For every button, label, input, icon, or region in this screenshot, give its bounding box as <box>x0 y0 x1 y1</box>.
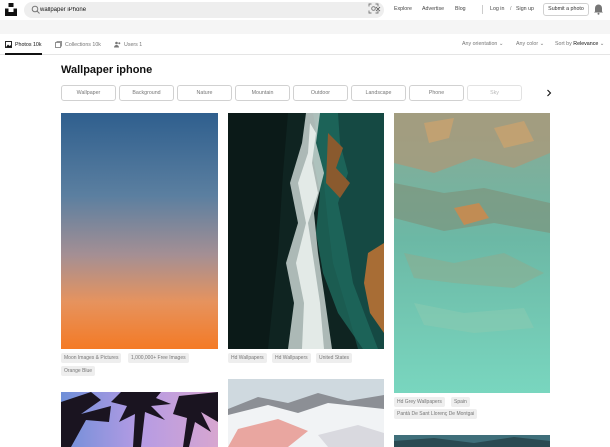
photo-turquoise-lake[interactable] <box>394 113 550 393</box>
submit-photo-button[interactable]: Submit a photo <box>543 3 589 16</box>
results-tabs: Photos 10k Collection​s 10k Users 1 Any … <box>0 34 610 55</box>
photo-snowy-mountain[interactable] <box>228 379 384 447</box>
tab-collections[interactable]: Collection​s 10k <box>55 41 101 48</box>
unsplash-logo-icon[interactable] <box>5 3 17 16</box>
related-chip[interactable]: Background <box>119 85 174 101</box>
nav-blog-link[interactable]: Blog <box>455 6 466 12</box>
nav-advertise-link[interactable]: Advertise <box>422 6 444 12</box>
signup-link[interactable]: Sign up <box>516 6 534 12</box>
tab-photos[interactable]: Photos 10k <box>5 41 42 48</box>
photo-tag[interactable]: Hd Wallpapers <box>272 353 311 363</box>
photo-tag[interactable]: Hd Grey Wallpapers <box>394 397 445 407</box>
page-title: Wallpaper iphone <box>61 64 153 76</box>
photo-tag[interactable]: 1,000,000+ Free Images <box>128 353 189 363</box>
related-chip[interactable]: Sky <box>467 85 522 101</box>
sort-prefix: Sort by <box>555 41 572 47</box>
photo-tag[interactable]: Spain <box>451 397 470 407</box>
photo-tag[interactable]: Orange Blue <box>61 366 96 376</box>
orientation-filter-label: Any orientation <box>462 41 498 47</box>
photo-tag[interactable]: Moon Images & Pictures <box>61 353 122 363</box>
related-chip[interactable]: Outdoor <box>293 85 348 101</box>
search-bar[interactable]: ✕ <box>24 2 384 18</box>
photo-palm-trees[interactable] <box>61 392 218 447</box>
chevron-right-icon[interactable] <box>544 88 554 98</box>
photo-partial[interactable] <box>394 435 550 447</box>
sort-filter[interactable]: Sort by Relevance ⌄ <box>555 41 604 47</box>
visual-search-icon[interactable] <box>368 3 379 14</box>
tab-users[interactable]: Users 1 <box>114 41 142 48</box>
photo-tag[interactable]: Pantà De Sant Llorenç De Montgai <box>394 409 478 419</box>
photo-aerial-coast[interactable] <box>228 113 384 349</box>
image-icon <box>5 41 12 48</box>
related-chip[interactable]: Landscape <box>351 85 406 101</box>
orientation-filter[interactable]: Any orientation ⌄ <box>462 41 503 47</box>
collection-icon <box>55 41 62 48</box>
sort-value: Relevance <box>573 41 599 47</box>
color-filter[interactable]: Any color ⌄ <box>516 41 544 47</box>
related-chip[interactable]: Phone <box>409 85 464 101</box>
tab-users-label: Users 1 <box>124 41 143 48</box>
photo-moon-sunset[interactable] <box>61 113 218 349</box>
tab-photos-label: Photos 10k <box>15 41 42 48</box>
users-icon <box>114 41 121 48</box>
related-chip[interactable]: Mountain <box>235 85 290 101</box>
photo-tag[interactable]: United States <box>316 353 353 363</box>
related-chip[interactable]: Wallpaper <box>61 85 116 101</box>
color-filter-label: Any color <box>516 41 539 47</box>
header-divider <box>482 5 483 14</box>
auth-separator: / <box>510 6 512 12</box>
related-chip[interactable]: Nature <box>177 85 232 101</box>
top-header: ✕ Explore Advertise Blog Log in / Sign u… <box>0 0 610 20</box>
banner-strip <box>0 20 610 34</box>
search-input[interactable] <box>40 3 340 17</box>
photo-tag[interactable]: Hd Wallpapers <box>228 353 267 363</box>
nav-explore-link[interactable]: Explore <box>394 6 412 12</box>
tab-collections-label: Collection​s 10k <box>65 41 101 48</box>
login-link[interactable]: Log in <box>490 6 504 12</box>
active-tab-indicator <box>5 53 42 55</box>
bell-icon[interactable] <box>593 3 604 15</box>
